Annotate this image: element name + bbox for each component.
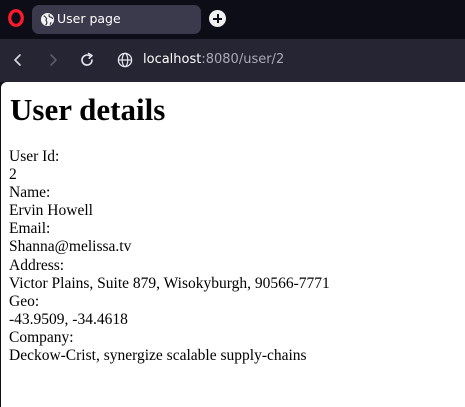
field-label-company: Company: (9, 328, 74, 346)
tab-user-page[interactable]: User page (32, 5, 201, 34)
field-value-name: Ervin Howell (9, 202, 93, 220)
tab-title: User page (57, 11, 121, 26)
address-bar[interactable]: localhost:8080/user/2 (143, 52, 284, 67)
field-value-user-id: 2 (9, 166, 17, 184)
field-label-address: Address: (9, 256, 65, 274)
field-value-address: Victor Plains, Suite 879, Wisokyburgh, 9… (9, 274, 330, 292)
page-title: User details (10, 92, 166, 127)
back-icon[interactable] (10, 52, 26, 68)
field-label-user-id: User Id: (9, 148, 60, 165)
user-details-list: User Id: 2 Name: Ervin Howell Email: Sha… (9, 148, 330, 365)
field-label-email: Email: (9, 220, 51, 238)
new-tab-button[interactable] (209, 10, 226, 27)
field-value-geo: -43.9509, -34.4618 (9, 310, 128, 328)
forward-icon[interactable] (45, 52, 61, 68)
url-host: localhost (143, 52, 202, 67)
field-label-name: Name: (9, 184, 51, 202)
url-path: :8080/user/2 (201, 52, 285, 67)
globe-icon[interactable] (117, 52, 133, 68)
opera-logo-icon[interactable] (8, 9, 24, 27)
field-value-email: Shanna@melissa.tv (9, 238, 132, 256)
page-content: User details User Id: 2 Name: Ervin Howe… (1, 82, 465, 407)
address-toolbar: localhost:8080/user/2 (0, 39, 465, 82)
globe-icon (40, 12, 55, 27)
field-value-company: Deckow-Crist, synergize scalable supply-… (9, 347, 307, 365)
reload-icon[interactable] (79, 52, 95, 68)
tab-bar: User page (0, 0, 465, 39)
field-label-geo: Geo: (9, 292, 40, 310)
